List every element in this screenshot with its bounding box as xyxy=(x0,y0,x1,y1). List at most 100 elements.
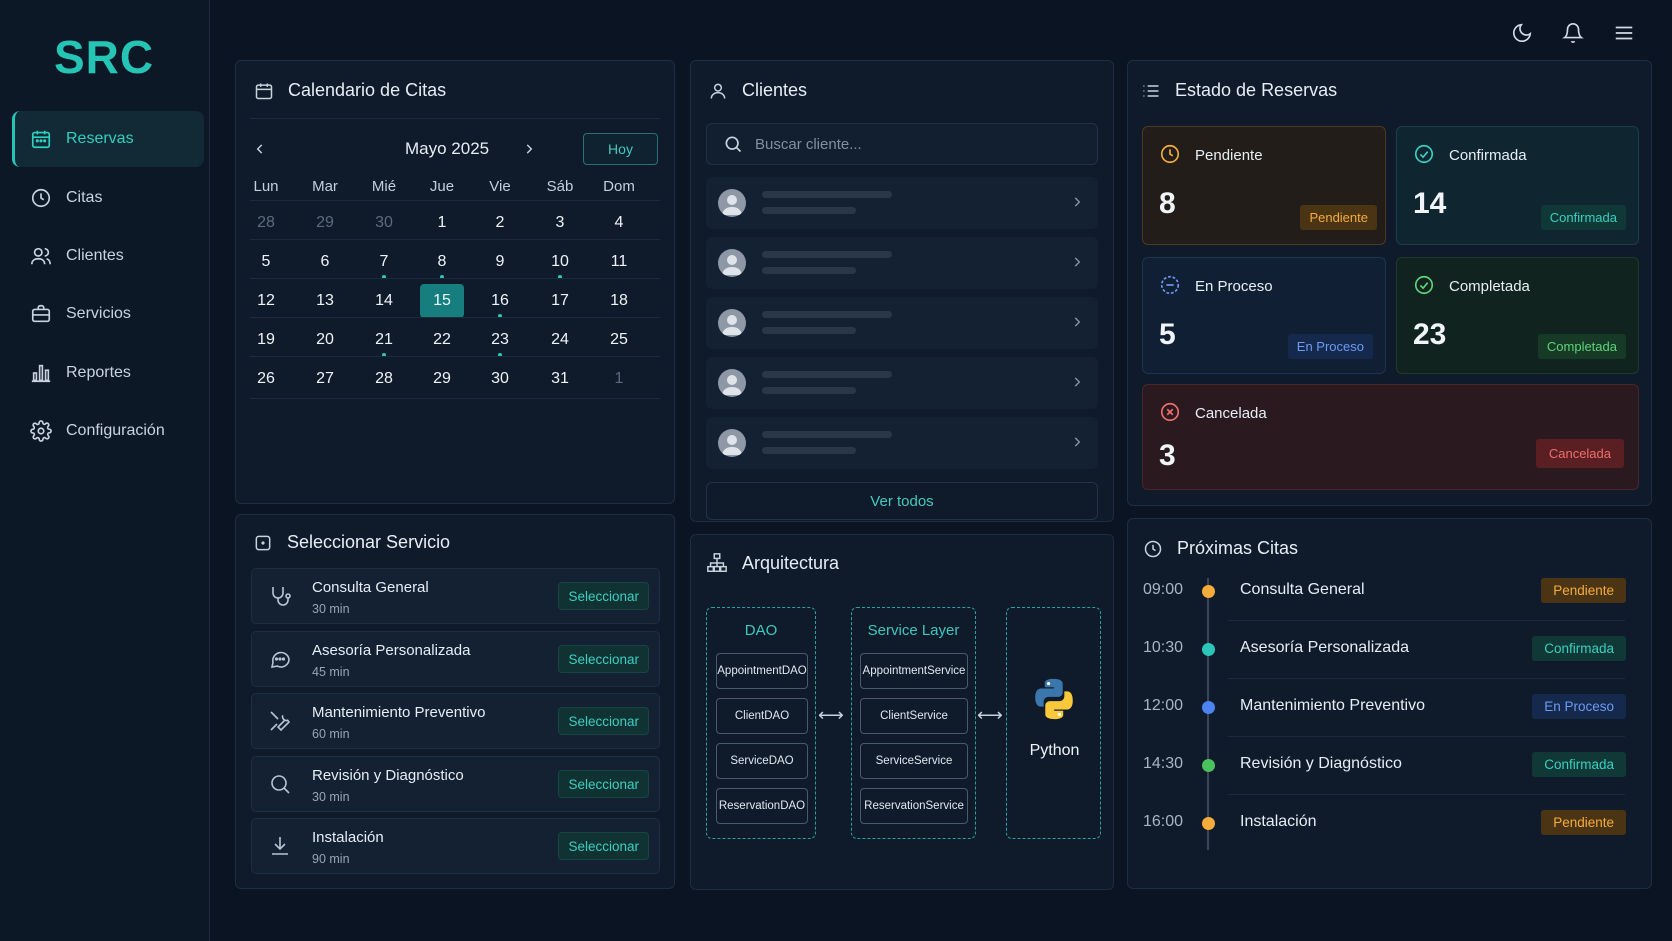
calendar-day[interactable]: 31 xyxy=(538,362,582,396)
service-name: Instalación xyxy=(312,829,384,846)
select-service-button[interactable]: Seleccionar xyxy=(558,582,649,610)
calendar-day[interactable]: 12 xyxy=(244,284,288,318)
calendar-day[interactable]: 1 xyxy=(420,206,464,240)
today-button[interactable]: Hoy xyxy=(583,133,658,165)
search-icon xyxy=(268,772,292,796)
appointment-name[interactable]: Instalación xyxy=(1240,813,1317,831)
client-row[interactable] xyxy=(706,357,1098,409)
select-service-button[interactable]: Seleccionar xyxy=(558,832,649,860)
bar-chart-icon xyxy=(30,362,52,384)
tools-icon xyxy=(268,709,292,733)
appointment-name[interactable]: Asesoría Personalizada xyxy=(1240,639,1409,657)
status-badge: Confirmada xyxy=(1540,205,1626,230)
view-all-button[interactable]: Ver todos xyxy=(706,482,1098,520)
calendar-day[interactable]: 21 xyxy=(362,323,406,357)
client-search[interactable] xyxy=(706,123,1098,165)
appointment-name[interactable]: Revisión y Diagnóstico xyxy=(1240,755,1402,773)
calendar-day[interactable]: 11 xyxy=(597,245,641,279)
select-service-button[interactable]: Seleccionar xyxy=(558,645,649,673)
sidebar-item-citas[interactable]: Citas xyxy=(12,170,204,226)
calendar-day[interactable]: 14 xyxy=(362,284,406,318)
calendar-day[interactable]: 7 xyxy=(362,245,406,279)
sidebar-item-reportes[interactable]: Reportes xyxy=(12,345,204,401)
calendar-day[interactable]: 30 xyxy=(362,206,406,240)
status-badge: Completada xyxy=(1537,334,1626,359)
status-card-pendiente[interactable]: Pendiente 8 Pendiente xyxy=(1142,126,1386,245)
calendar-day[interactable]: 8 xyxy=(420,245,464,279)
moon-icon[interactable] xyxy=(1507,18,1537,48)
calendar-day[interactable]: 16 xyxy=(478,284,522,318)
sidebar-item-configuracion[interactable]: Configuración xyxy=(12,403,204,459)
status-card-cancelada[interactable]: Cancelada 3 Cancelada xyxy=(1142,384,1639,490)
weekday-header: Mié xyxy=(371,178,397,195)
client-row[interactable] xyxy=(706,417,1098,469)
architecture-title-text: Arquitectura xyxy=(742,552,840,573)
status-card-confirmada[interactable]: Confirmada 14 Confirmada xyxy=(1396,126,1639,245)
dao-layer-box: DAO AppointmentDAO ClientDAO ServiceDAO … xyxy=(706,607,816,839)
calendar-day[interactable]: 28 xyxy=(362,362,406,396)
appointment-name[interactable]: Mantenimiento Preventivo xyxy=(1240,697,1425,715)
calendar-day-number: 26 xyxy=(257,370,275,387)
calendar-day[interactable]: 4 xyxy=(597,206,641,240)
row-divider xyxy=(1228,620,1625,621)
calendar-day[interactable]: 27 xyxy=(303,362,347,396)
appointment-name[interactable]: Consulta General xyxy=(1240,581,1365,599)
prev-month-button[interactable] xyxy=(248,137,272,161)
calendar-day[interactable]: 22 xyxy=(420,323,464,357)
calendar-day[interactable]: 13 xyxy=(303,284,347,318)
service-item[interactable]: Revisión y Diagnóstico 30 min Selecciona… xyxy=(251,756,660,812)
calendar-day-number: 27 xyxy=(316,370,334,387)
calendar-day[interactable]: 1 xyxy=(597,362,641,396)
status-card-en-proceso[interactable]: En Proceso 5 En Proceso xyxy=(1142,257,1386,374)
calendar-day[interactable]: 28 xyxy=(244,206,288,240)
service-item[interactable]: Asesoría Personalizada 45 min Selecciona… xyxy=(251,631,660,687)
service-item[interactable]: Instalación 90 min Seleccionar xyxy=(251,818,660,874)
calendar-day[interactable]: 17 xyxy=(538,284,582,318)
calendar-day[interactable]: 26 xyxy=(244,362,288,396)
calendar-day[interactable]: 25 xyxy=(597,323,641,357)
calendar-day[interactable]: 29 xyxy=(303,206,347,240)
calendar-day[interactable]: 29 xyxy=(420,362,464,396)
status-name: Completada xyxy=(1449,278,1530,295)
calendar-day-number: 28 xyxy=(257,214,275,231)
calendar-day-number: 7 xyxy=(379,253,389,270)
calendar-day-number: 14 xyxy=(375,292,393,309)
bell-icon[interactable] xyxy=(1558,18,1588,48)
python-label: Python xyxy=(1029,742,1080,759)
calendar-day[interactable]: 23 xyxy=(478,323,522,357)
calendar-day-number: 13 xyxy=(316,292,334,309)
calendar-icon xyxy=(30,128,52,150)
calendar-day[interactable]: 3 xyxy=(538,206,582,240)
select-service-button[interactable]: Seleccionar xyxy=(558,707,649,735)
dao-title: DAO xyxy=(744,622,778,639)
status-name: En Proceso xyxy=(1195,278,1273,295)
search-input[interactable] xyxy=(755,135,1075,153)
service-item[interactable]: Mantenimiento Preventivo 60 min Seleccio… xyxy=(251,693,660,749)
status-card-completada[interactable]: Completada 23 Completada xyxy=(1396,257,1639,374)
calendar-day[interactable]: 2 xyxy=(478,206,522,240)
check-circle-icon xyxy=(1413,274,1435,296)
calendar-day[interactable]: 6 xyxy=(303,245,347,279)
sidebar-item-clientes[interactable]: Clientes xyxy=(12,228,204,284)
calendar-day[interactable]: 15 xyxy=(420,284,464,318)
calendar-day[interactable]: 19 xyxy=(244,323,288,357)
calendar-day[interactable]: 9 xyxy=(478,245,522,279)
menu-icon[interactable] xyxy=(1609,18,1639,48)
client-row[interactable] xyxy=(706,177,1098,229)
calendar-day[interactable]: 18 xyxy=(597,284,641,318)
calendar-day[interactable]: 20 xyxy=(303,323,347,357)
select-service-button[interactable]: Seleccionar xyxy=(558,770,649,798)
skeleton-line xyxy=(762,311,892,318)
service-layer-item: ServiceService xyxy=(860,743,968,779)
sidebar-item-servicios[interactable]: Servicios xyxy=(12,286,204,342)
calendar-day[interactable]: 10 xyxy=(538,245,582,279)
service-item[interactable]: Consulta General 30 min Seleccionar xyxy=(251,568,660,624)
calendar-day[interactable]: 5 xyxy=(244,245,288,279)
calendar-day[interactable]: 30 xyxy=(478,362,522,396)
next-month-button[interactable] xyxy=(517,137,541,161)
calendar-icon xyxy=(254,81,274,101)
client-row[interactable] xyxy=(706,297,1098,349)
client-row[interactable] xyxy=(706,237,1098,289)
calendar-day[interactable]: 24 xyxy=(538,323,582,357)
sidebar-item-reservas[interactable]: Reservas xyxy=(12,111,204,167)
